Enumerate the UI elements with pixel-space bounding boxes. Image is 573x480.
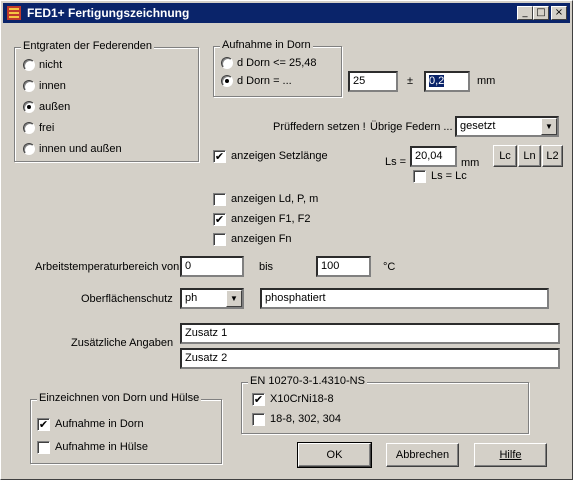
tolerance-value: 0,2 — [429, 75, 445, 87]
maximize-icon[interactable]: □ — [533, 6, 549, 20]
spring-app-icon — [7, 6, 21, 20]
oberflaeche-select-value: ph — [185, 292, 198, 304]
zusatz1-input[interactable]: Zusatz 1 — [180, 323, 560, 344]
help-button[interactable]: Hilfe — [474, 443, 547, 467]
chevron-down-icon[interactable]: ▼ — [541, 118, 557, 135]
window-title: FED1+ Fertigungszeichnung — [27, 6, 190, 20]
entgraten-legend: Entgraten der Federenden — [21, 40, 155, 52]
ok-button[interactable]: OK — [297, 442, 372, 468]
anzeigen-fn-checkbox[interactable] — [213, 233, 226, 246]
anzeigen-ld-checkbox[interactable] — [213, 193, 226, 206]
aufnahme-dorn-legend: Aufnahme in Dorn — [220, 39, 313, 51]
ls-unit: mm — [461, 157, 480, 169]
cancel-button[interactable]: Abbrechen — [386, 443, 459, 467]
radio-innen[interactable] — [23, 80, 35, 92]
anzeigen-f1-checkbox[interactable]: ✔ — [213, 213, 226, 226]
help-button-label: Hilfe — [499, 449, 522, 461]
pruef-select[interactable]: gesetzt ▼ — [455, 116, 559, 137]
temperatur-to-input[interactable]: 100 — [316, 256, 371, 277]
minimize-icon[interactable]: _ — [517, 6, 533, 20]
ls-eq-lc-checkbox[interactable] — [413, 170, 426, 183]
werkstoff-group: EN 10270-3-1.4310-NS — [241, 375, 529, 434]
title-bar[interactable]: FED1+ Fertigungszeichnung _ □ × — [3, 3, 570, 23]
d-dorn-input[interactable]: 25 — [348, 71, 398, 92]
radio-label-d-dorn-max[interactable]: d Dorn <= 25,48 — [237, 57, 317, 69]
oberflaeche-text-input[interactable]: phosphatiert — [260, 288, 549, 309]
aufnahme-dorn-group: Aufnahme in Dorn — [213, 39, 342, 97]
setzlaenge-label[interactable]: anzeigen Setzlänge — [231, 150, 328, 162]
pruef-other-label: Übrige Federn ... — [370, 121, 453, 133]
zusatz2-input[interactable]: Zusatz 2 — [180, 348, 560, 369]
werkstoff-legend: EN 10270-3-1.4310-NS — [248, 375, 367, 387]
radio-label-innen-und-aussen[interactable]: innen und außen — [39, 143, 122, 155]
radio-label-frei[interactable]: frei — [39, 122, 54, 134]
radio-label-nicht[interactable]: nicht — [39, 59, 62, 71]
aufnahme-huelse-label[interactable]: Aufnahme in Hülse — [55, 441, 148, 453]
temperatur-label: Arbeitstemperaturbereich von — [35, 261, 180, 273]
x10crni-label[interactable]: X10CrNi18-8 — [270, 393, 334, 405]
aufnahme-dorn-checkbox[interactable]: ✔ — [37, 418, 50, 431]
setzlaenge-checkbox[interactable]: ✔ — [213, 150, 226, 163]
chevron-down-icon[interactable]: ▼ — [226, 290, 242, 307]
anzeigen-fn-label[interactable]: anzeigen Fn — [231, 233, 292, 245]
18-8-label[interactable]: 18-8, 302, 304 — [270, 413, 341, 425]
radio-nicht[interactable] — [23, 59, 35, 71]
anzeigen-ld-label[interactable]: anzeigen Ld, P, m — [231, 193, 318, 205]
x10crni-checkbox[interactable]: ✔ — [252, 393, 265, 406]
anzeigen-f1-label[interactable]: anzeigen F1, F2 — [231, 213, 311, 225]
einzeichnen-legend: Einzeichnen von Dorn und Hülse — [37, 392, 202, 404]
ls-label: Ls = — [385, 156, 407, 168]
ls-eq-lc-label[interactable]: Ls = Lc — [431, 170, 467, 182]
oberflaeche-label: Oberflächenschutz — [81, 293, 173, 305]
temperatur-unit: °C — [383, 261, 396, 273]
temperatur-bis-label: bis — [259, 261, 274, 273]
einzeichnen-group: Einzeichnen von Dorn und Hülse — [30, 392, 222, 464]
pruef-label: Prüffedern setzen ! — [273, 121, 366, 133]
zusaetzlich-label: Zusätzliche Angaben — [71, 337, 174, 349]
aufnahme-dorn-label[interactable]: Aufnahme in Dorn — [55, 418, 144, 430]
pruef-select-value: gesetzt — [460, 120, 496, 132]
plus-minus-label: ± — [407, 75, 414, 87]
lc-button[interactable]: Lc — [493, 145, 517, 167]
aufnahme-huelse-checkbox[interactable] — [37, 441, 50, 454]
oberflaeche-select[interactable]: ph ▼ — [180, 288, 244, 309]
close-icon[interactable]: × — [551, 6, 567, 20]
l2-button[interactable]: L2 — [542, 145, 563, 167]
radio-aussen[interactable] — [23, 101, 35, 113]
tolerance-unit: mm — [477, 75, 496, 87]
tolerance-input[interactable]: 0,2 — [424, 71, 470, 92]
radio-label-d-dorn-custom[interactable]: d Dorn = ... — [237, 75, 292, 87]
ln-button[interactable]: Ln — [518, 145, 541, 167]
radio-innen-und-aussen[interactable] — [23, 143, 35, 155]
radio-frei[interactable] — [23, 122, 35, 134]
radio-label-aussen[interactable]: außen — [39, 101, 70, 113]
temperatur-from-input[interactable]: 0 — [180, 256, 244, 277]
dialog-window: FED1+ Fertigungszeichnung _ □ × Entgrate… — [0, 0, 573, 480]
radio-d-dorn-custom[interactable] — [221, 75, 233, 87]
ls-input[interactable]: 20,04 — [410, 146, 457, 167]
radio-label-innen[interactable]: innen — [39, 80, 66, 92]
radio-d-dorn-max[interactable] — [221, 57, 233, 69]
18-8-checkbox[interactable] — [252, 413, 265, 426]
